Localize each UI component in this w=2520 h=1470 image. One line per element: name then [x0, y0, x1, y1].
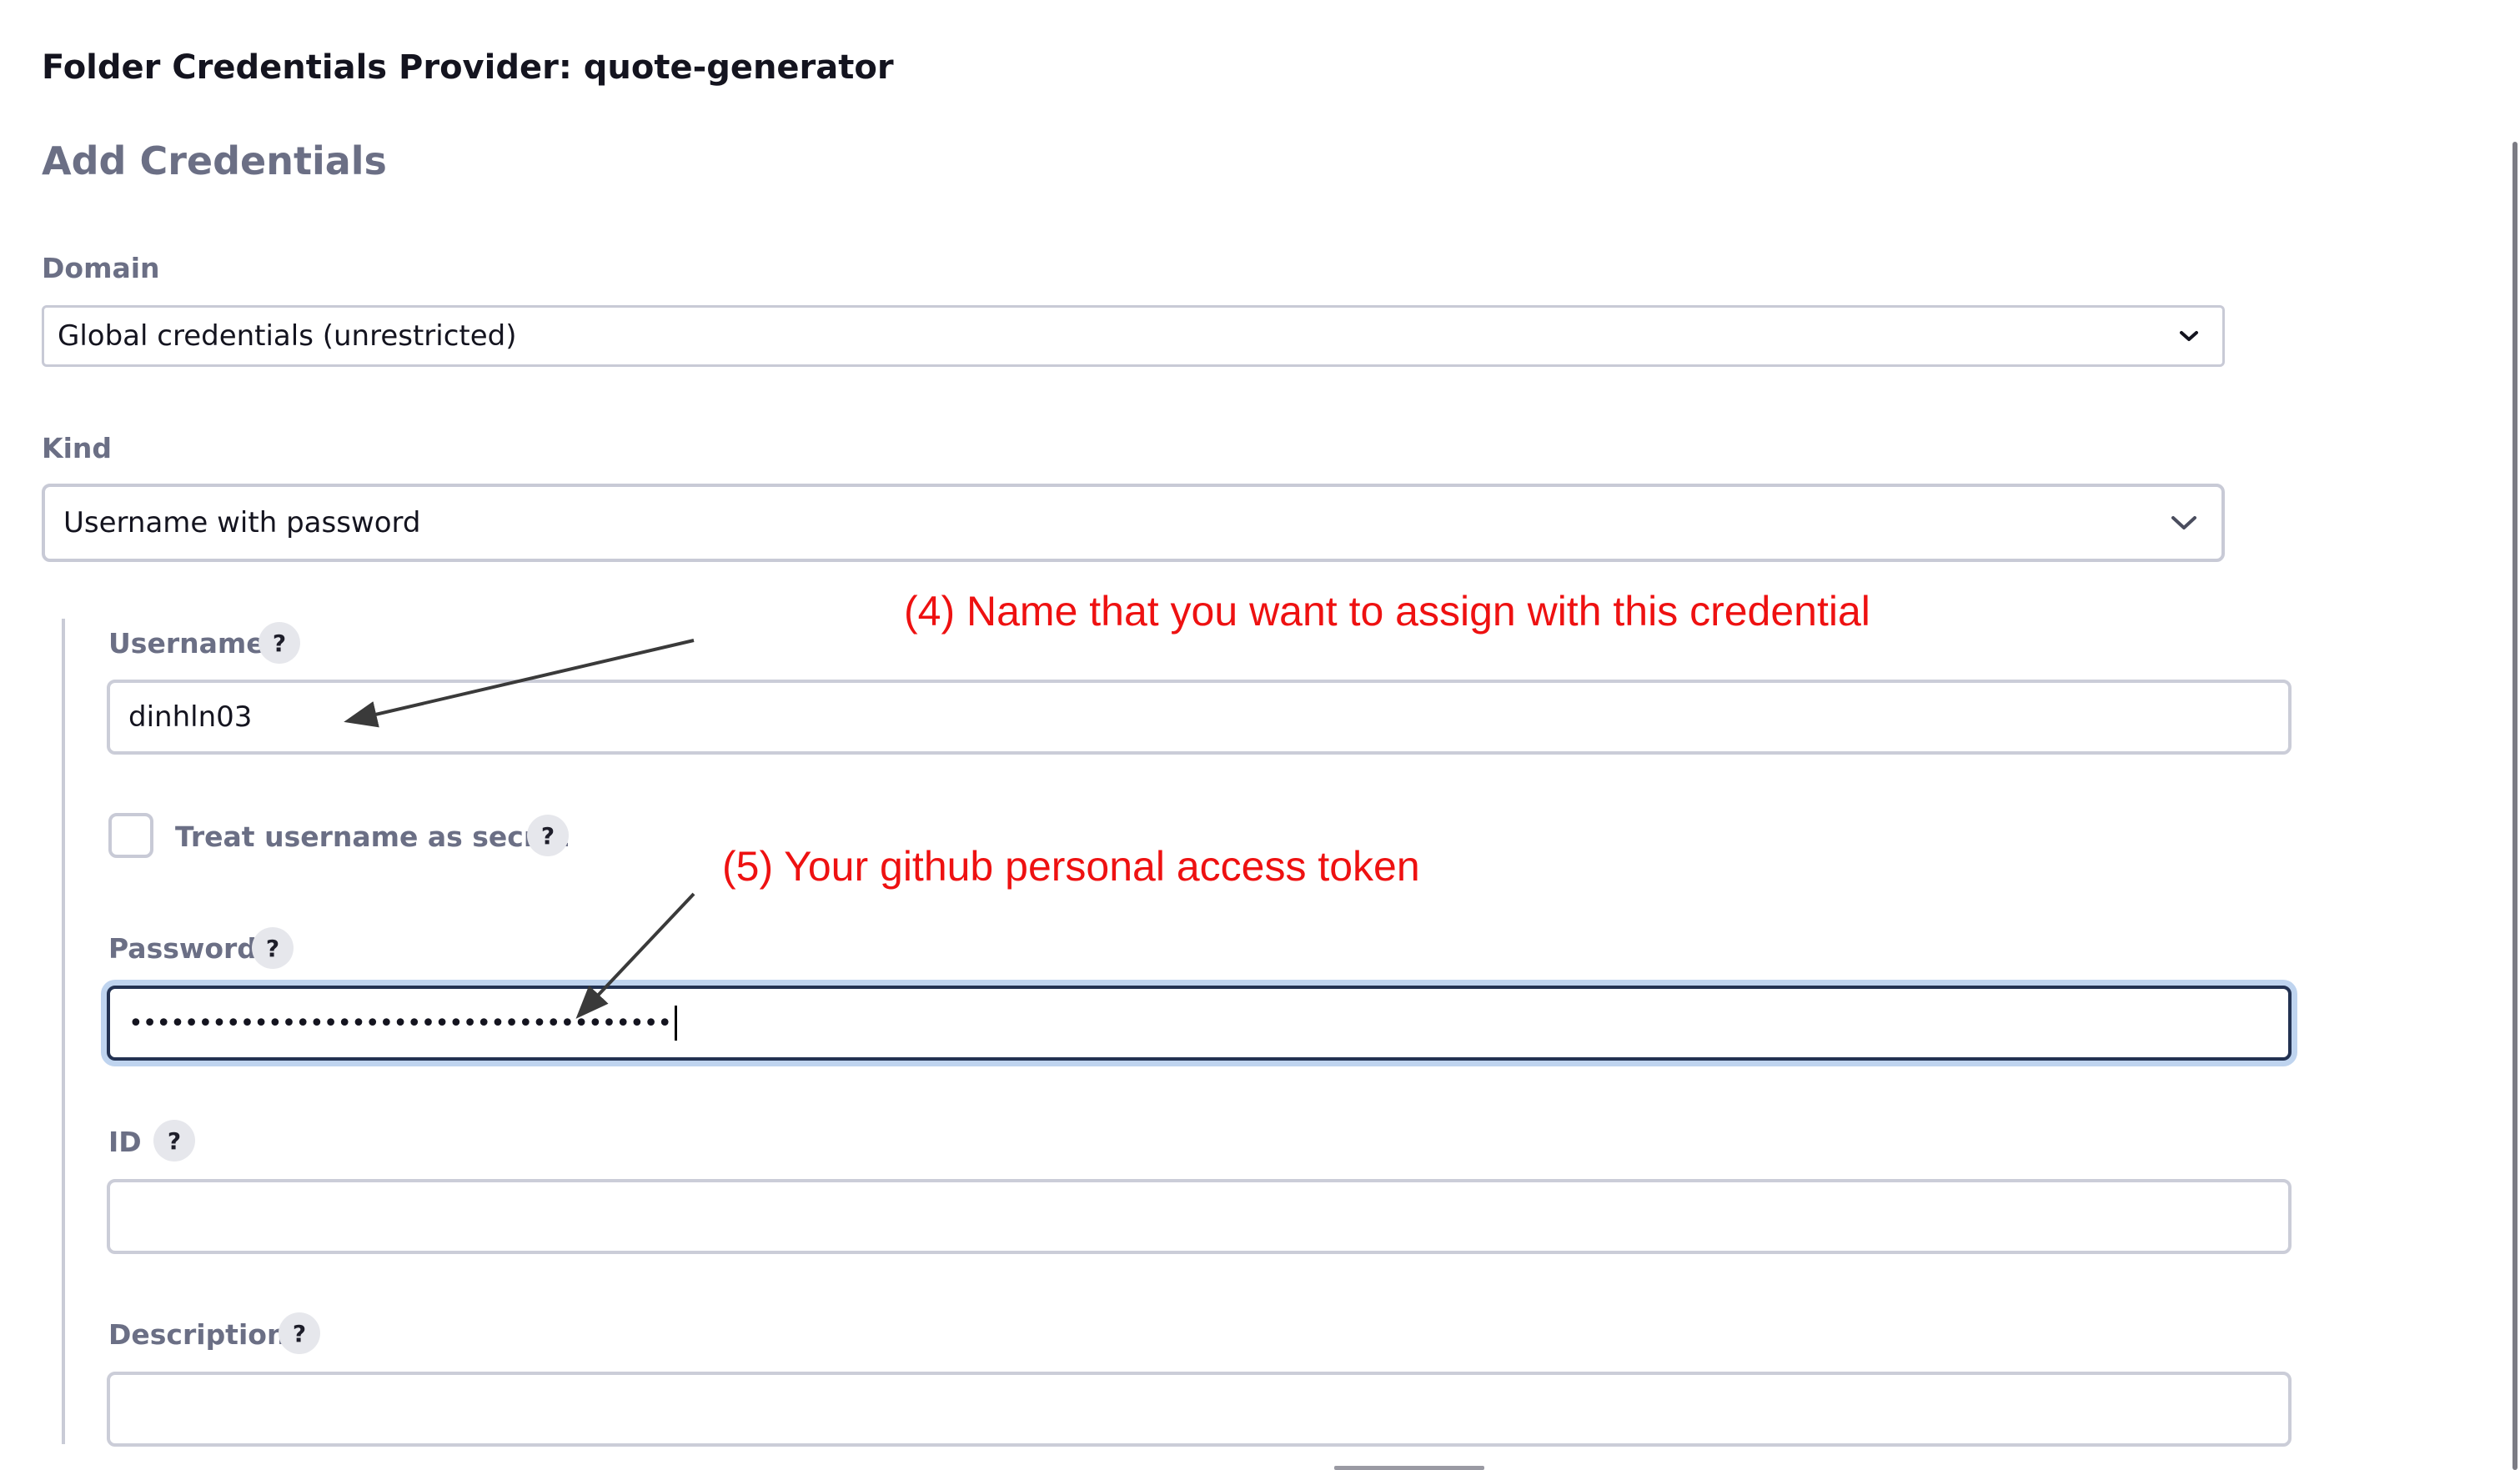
scrollbar[interactable] [2512, 142, 2517, 1470]
annotation-arrows [344, 639, 695, 1019]
arrow-to-password [575, 892, 695, 1019]
bottom-edge-indicator [1334, 1466, 1484, 1470]
arrow-to-username [344, 639, 695, 728]
